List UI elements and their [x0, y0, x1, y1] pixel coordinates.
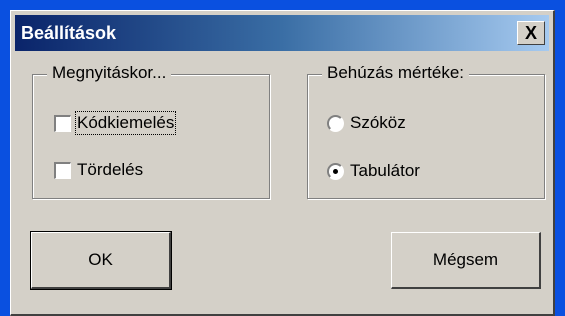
tab-radio[interactable]: Tabulátor	[327, 161, 420, 181]
checkbox-box[interactable]	[54, 161, 71, 179]
cancel-button[interactable]: Mégsem	[391, 232, 541, 289]
checkbox-box[interactable]	[54, 114, 71, 132]
indent-options-legend: Behúzás mértéke:	[322, 63, 470, 83]
open-options-legend: Megnyitáskor...	[47, 63, 172, 83]
open-options-group: Megnyitáskor...	[32, 63, 270, 199]
space-radio[interactable]: Szóköz	[327, 113, 406, 133]
ok-button-label: OK	[88, 250, 113, 269]
radio-circle[interactable]	[327, 114, 344, 132]
cancel-button-label: Mégsem	[432, 250, 499, 269]
radio-circle-selected[interactable]	[327, 162, 344, 180]
space-radio-label: Szóköz	[350, 113, 406, 132]
settings-dialog: Beállítások X Megnyitáskor... Kódkiemelé…	[10, 10, 555, 316]
close-button[interactable]: X	[517, 21, 545, 45]
word-wrap-label: Tördelés	[77, 160, 144, 179]
word-wrap-checkbox[interactable]: Tördelés	[54, 160, 143, 180]
tab-radio-label: Tabulátor	[350, 161, 420, 180]
dialog-title: Beállítások	[21, 23, 117, 43]
syntax-highlight-label: Kódkiemelés	[74, 111, 177, 135]
syntax-highlight-checkbox[interactable]: Kódkiemelés	[54, 111, 177, 135]
ok-button[interactable]: OK	[30, 231, 172, 290]
close-icon: X	[524, 22, 537, 43]
title-bar[interactable]: Beállítások X	[15, 15, 549, 51]
